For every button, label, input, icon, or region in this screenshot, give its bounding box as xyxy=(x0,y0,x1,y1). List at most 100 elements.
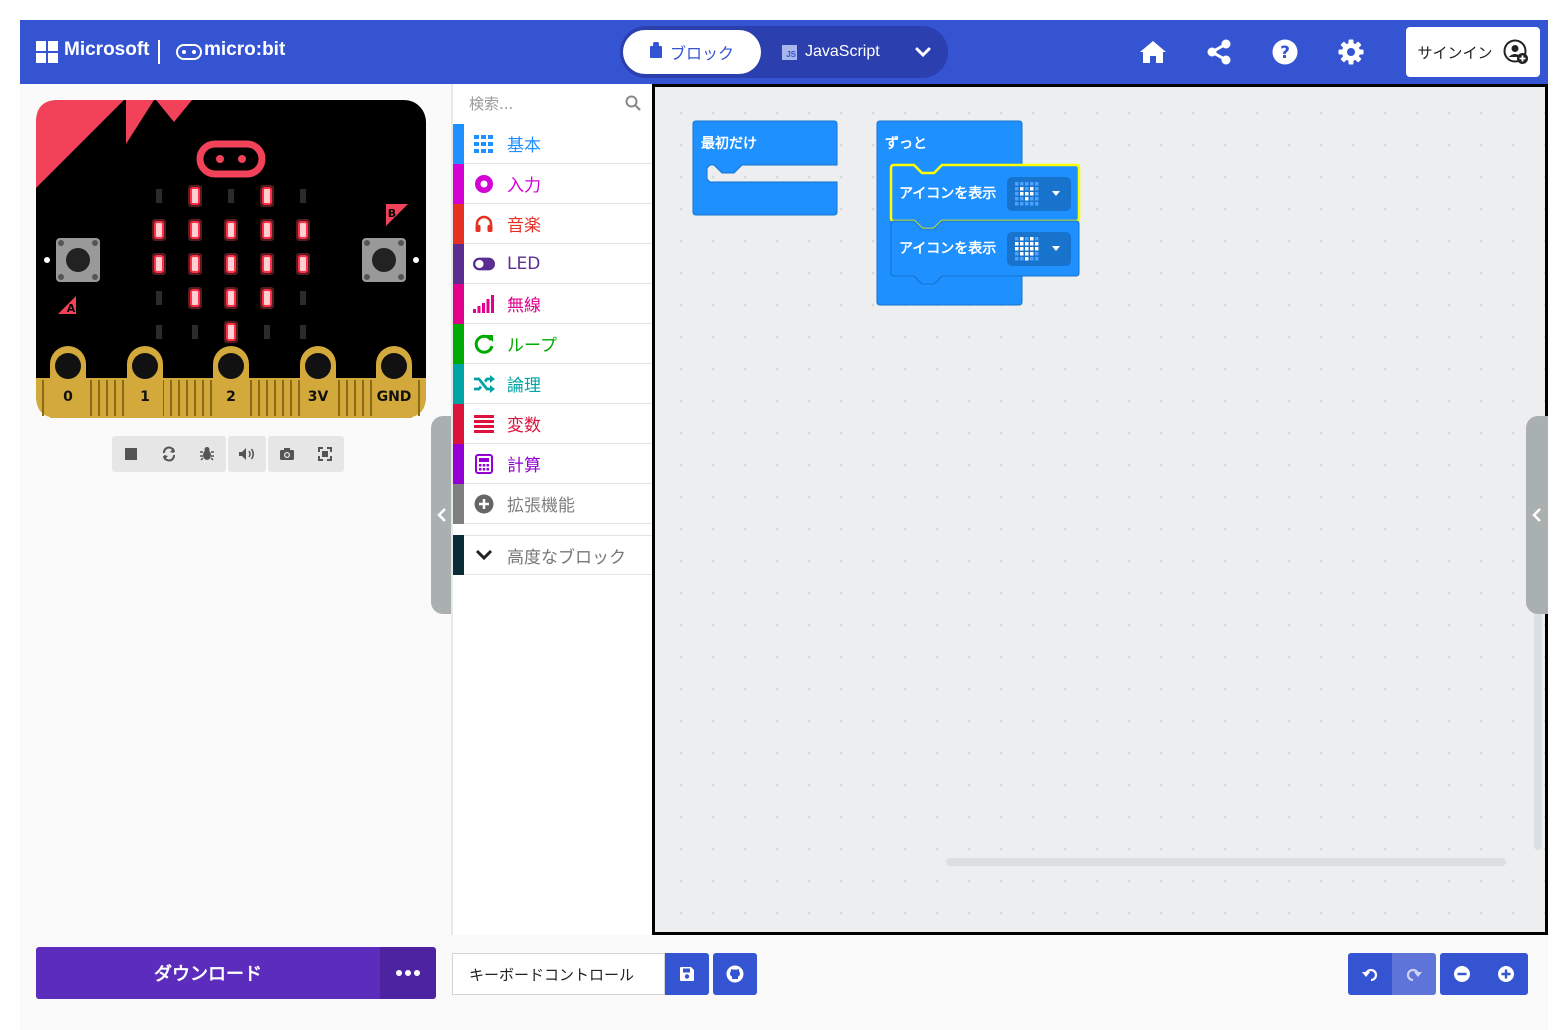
button-b[interactable] xyxy=(372,248,396,272)
home-icon xyxy=(1140,41,1166,63)
input-icon xyxy=(473,174,495,194)
pixel-on xyxy=(1020,247,1024,251)
edge-tooth xyxy=(370,380,372,416)
led-on xyxy=(226,221,236,239)
category-label: 拡張機能 xyxy=(507,496,575,516)
edge-tooth xyxy=(290,380,292,416)
category-math[interactable]: 計算 xyxy=(453,443,653,484)
edge-tooth xyxy=(194,380,196,416)
download-more-button[interactable] xyxy=(380,947,436,999)
category-loops[interactable]: ループ xyxy=(453,323,653,364)
pixel-off xyxy=(1020,257,1024,261)
expand-panel-button[interactable] xyxy=(1526,416,1548,614)
pixel-off xyxy=(1030,202,1034,206)
mute-button[interactable] xyxy=(228,436,266,472)
debug-button[interactable] xyxy=(188,436,226,472)
github-button[interactable] xyxy=(713,953,757,995)
brand-divider xyxy=(158,40,160,64)
pin-label: GND xyxy=(377,389,412,405)
blocks-canvas: 最初だけ ずっと アイコンを表示 アイコンを表示 xyxy=(692,120,1081,306)
chevron-left-icon xyxy=(437,508,446,522)
edge-tooth xyxy=(90,380,92,416)
led-off xyxy=(300,291,306,305)
download-button[interactable]: ダウンロード xyxy=(36,947,380,999)
pixel-on xyxy=(1015,247,1019,251)
pixel-off xyxy=(1035,257,1039,261)
category-logic[interactable]: 論理 xyxy=(453,363,653,404)
undo-button[interactable] xyxy=(1348,953,1392,995)
show-icon-block[interactable]: アイコンを表示 xyxy=(889,163,1081,231)
tab-javascript[interactable]: JS JavaScript xyxy=(782,30,902,74)
edge-tooth xyxy=(258,380,260,416)
share-button[interactable] xyxy=(1201,34,1237,70)
edge-tooth xyxy=(122,380,124,416)
pixel-off xyxy=(1015,182,1019,186)
on-start-label: 最初だけ xyxy=(701,135,757,152)
category-radio[interactable]: 無線 xyxy=(453,283,653,324)
editor-dropdown-button[interactable] xyxy=(903,30,943,74)
screenshot-button[interactable] xyxy=(268,436,306,472)
restart-button[interactable] xyxy=(150,436,188,472)
category-label: 入力 xyxy=(507,176,541,196)
collapse-simulator-button[interactable] xyxy=(431,416,453,614)
edge-tooth xyxy=(210,380,212,416)
redo-icon xyxy=(1406,968,1422,981)
category-label: 音楽 xyxy=(507,216,541,236)
led-on xyxy=(298,255,308,273)
button-a[interactable] xyxy=(66,248,90,272)
save-button[interactable] xyxy=(665,953,709,995)
category-music[interactable]: 音楽 xyxy=(453,203,653,244)
user-add-icon xyxy=(1503,39,1528,64)
fullscreen-button[interactable] xyxy=(306,436,344,472)
headphones-icon xyxy=(473,214,495,234)
category-advanced[interactable]: 高度なブロック xyxy=(453,535,653,575)
category-input[interactable]: 入力 xyxy=(453,163,653,204)
search-input[interactable] xyxy=(453,84,653,124)
home-button[interactable] xyxy=(1135,34,1171,70)
edge-tooth xyxy=(106,380,108,416)
edge-tooth xyxy=(202,380,204,416)
category-led[interactable]: LED xyxy=(453,243,653,284)
category-basic[interactable]: 基本 xyxy=(453,123,653,164)
pixel-on xyxy=(1020,242,1024,246)
show-icon-label: アイコンを表示 xyxy=(899,185,996,202)
pixel-off xyxy=(1015,197,1019,201)
app-root: Microsoft micro:bit ブロック JS JavaScript ? xyxy=(20,20,1548,1030)
help-button[interactable]: ? xyxy=(1267,34,1303,70)
stop-button[interactable] xyxy=(112,436,150,472)
button-b-label: B xyxy=(388,207,396,220)
signin-button[interactable]: サインイン xyxy=(1406,27,1540,77)
blocks-workspace[interactable]: 最初だけ ずっと アイコンを表示 アイコンを表示 xyxy=(652,84,1548,935)
pixel-off xyxy=(1035,237,1039,241)
led-off xyxy=(228,189,234,203)
pixel-on xyxy=(1030,192,1034,196)
search-icon[interactable] xyxy=(625,95,641,111)
workspace-horizontal-scrollbar[interactable] xyxy=(946,858,1506,866)
pixel-on xyxy=(1020,187,1024,191)
on-start-block[interactable]: 最初だけ xyxy=(692,120,838,216)
category-label: 高度なブロック xyxy=(507,547,626,568)
pixel-off xyxy=(1025,237,1029,241)
category-extensions[interactable]: 拡張機能 xyxy=(453,483,653,524)
speaker-icon xyxy=(239,448,254,460)
tab-blocks[interactable]: ブロック xyxy=(623,30,761,74)
chevron-left-icon xyxy=(1532,508,1541,522)
pixel-off xyxy=(1020,182,1024,186)
zoom-in-button[interactable] xyxy=(1484,953,1528,995)
show-icon-block[interactable]: アイコンを表示 xyxy=(890,220,1080,285)
project-name-input[interactable] xyxy=(452,953,665,995)
category-variables[interactable]: 変数 xyxy=(453,403,653,444)
toolbox-panel: 基本 入力 音楽 LED 無線 ループ xyxy=(451,84,653,935)
redo-button[interactable] xyxy=(1392,953,1436,995)
tab-javascript-label: JavaScript xyxy=(805,43,880,60)
edge-tooth xyxy=(362,380,364,416)
shuffle-icon xyxy=(473,374,495,393)
category-label: LED xyxy=(507,253,541,274)
pixel-off xyxy=(1015,252,1019,256)
restart-icon xyxy=(163,446,175,462)
microbit-board[interactable]: A B 0 1 2 3V GND xyxy=(36,100,426,418)
zoom-out-button[interactable] xyxy=(1440,953,1484,995)
header-bar: Microsoft micro:bit ブロック JS JavaScript ? xyxy=(20,20,1548,84)
settings-button[interactable] xyxy=(1333,34,1369,70)
simulator-panel: A B 0 1 2 3V GND xyxy=(20,84,451,935)
